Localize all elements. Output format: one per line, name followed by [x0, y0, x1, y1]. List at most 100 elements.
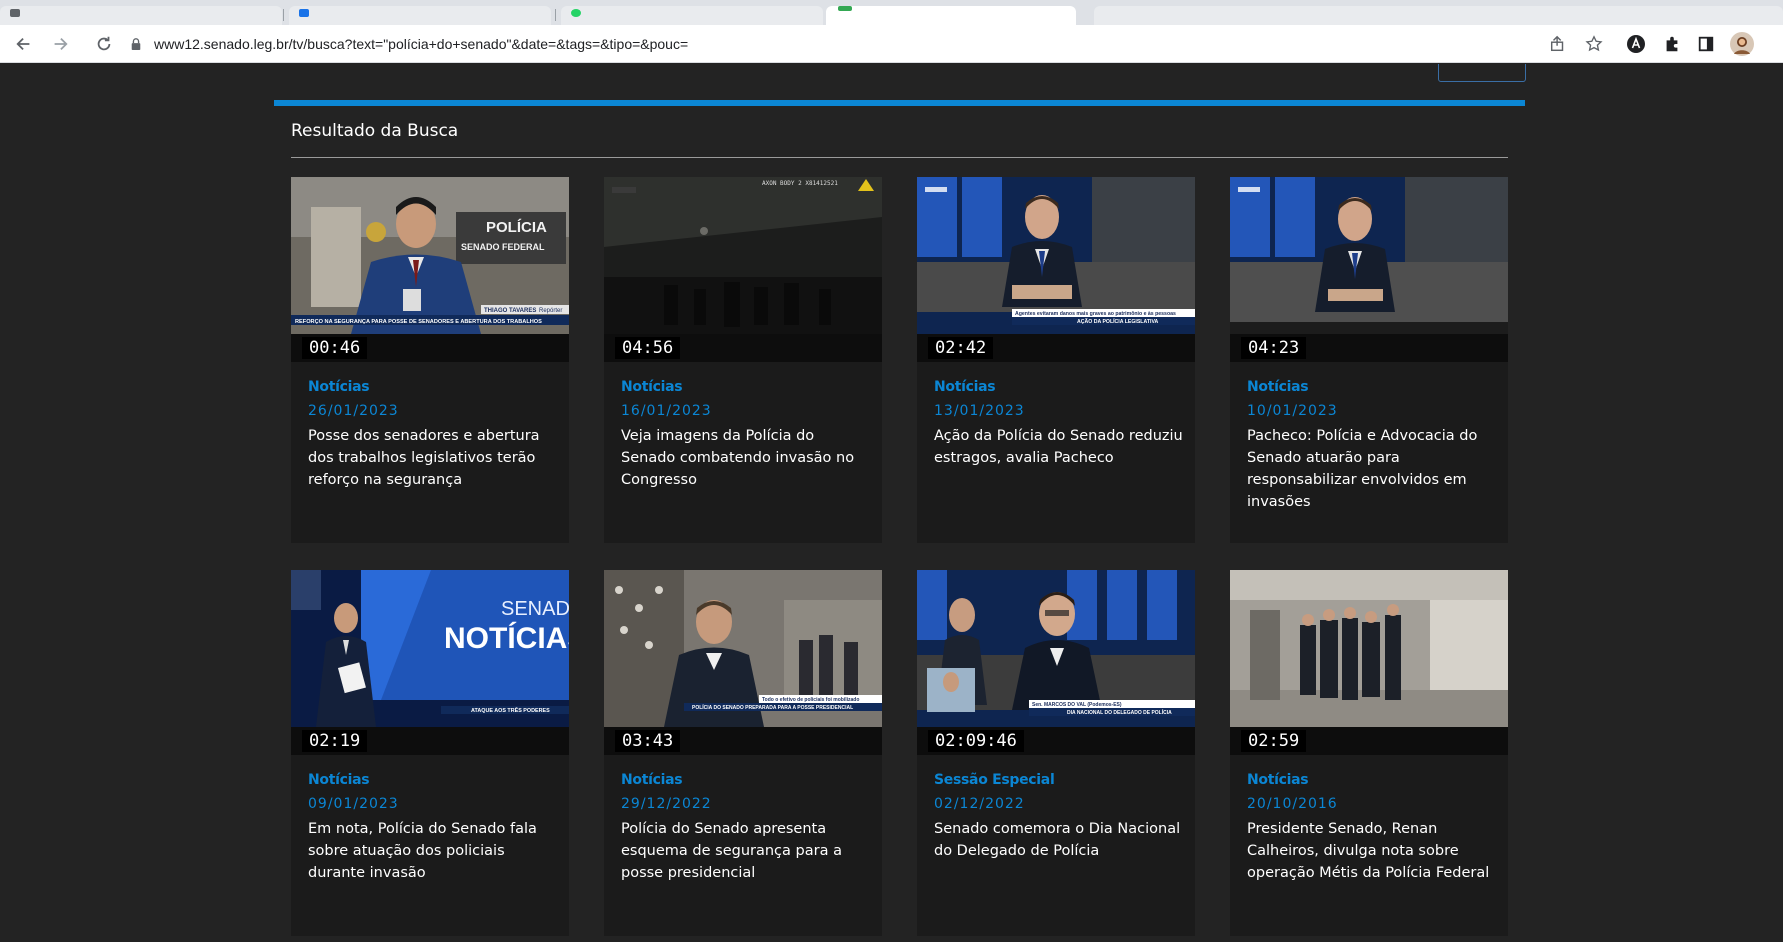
results-heading: Resultado da Busca [291, 121, 459, 141]
sidebar-icon [1698, 36, 1714, 52]
video-duration: 04:56 [615, 337, 681, 359]
video-category[interactable]: Notícias [1247, 772, 1309, 788]
thumb-text: DIA NACIONAL DO DELEGADO DE POLÍCIA [1067, 708, 1172, 716]
video-title[interactable]: Presidente Senado, Renan Calheiros, divu… [1247, 818, 1497, 884]
back-arrow-icon [16, 37, 30, 51]
video-card[interactable]: AXON BODY 2 X81412521 04:56 Notícias 16/… [604, 177, 882, 543]
active-browser-tab[interactable] [826, 6, 1076, 25]
video-thumbnail[interactable] [1230, 177, 1508, 334]
thumb-text: AÇÃO DA POLÍCIA LEGISLATIVA [1077, 317, 1159, 325]
video-card[interactable]: 02:59 Notícias 20/10/2016 Presidente Sen… [1230, 570, 1508, 936]
video-title[interactable]: Polícia do Senado apresenta esquema de s… [621, 818, 871, 884]
extensions-button[interactable] [1660, 32, 1684, 56]
video-duration: 02:19 [302, 730, 368, 752]
reload-button[interactable] [92, 32, 116, 56]
header-button[interactable] [1438, 64, 1526, 82]
video-date: 16/01/2023 [621, 403, 712, 419]
thumb-text: Todo o efetivo de policiais foi mobiliza… [762, 697, 859, 703]
tab-favicon-icon [299, 9, 309, 17]
thumb-text: REFORÇO NA SEGURANÇA PARA POSSE DE SENAD… [295, 319, 542, 325]
browser-tab-strip [0, 0, 1783, 25]
profile-avatar[interactable] [1730, 32, 1754, 56]
video-card[interactable]: 04:23 Notícias 10/01/2023 Pacheco: Políc… [1230, 177, 1508, 543]
tab-divider [283, 9, 284, 21]
share-button[interactable] [1546, 32, 1570, 56]
video-duration: 00:46 [302, 337, 368, 359]
browser-tab[interactable] [1094, 6, 1783, 25]
video-date: 02/12/2022 [934, 796, 1025, 812]
video-title[interactable]: Pacheco: Polícia e Advocacia do Senado a… [1247, 425, 1497, 513]
page-content: Resultado da Busca POLÍCIA SENADO FEDERA… [0, 64, 1783, 942]
video-thumbnail[interactable] [1230, 570, 1508, 727]
browser-tab[interactable] [561, 6, 823, 25]
video-card[interactable]: Todo o efetivo de policiais foi mobiliza… [604, 570, 882, 936]
side-panel-button[interactable] [1694, 32, 1718, 56]
url-text: www12.senado.leg.br/tv/busca?text="políc… [154, 36, 689, 52]
video-date: 20/10/2016 [1247, 796, 1338, 812]
video-date: 09/01/2023 [308, 796, 399, 812]
tab-divider [555, 9, 556, 21]
video-category[interactable]: Notícias [308, 772, 370, 788]
video-thumbnail[interactable]: Agentes evitaram danos mais graves ao pa… [917, 177, 1195, 334]
puzzle-icon [1666, 36, 1678, 52]
video-card[interactable]: Sen. MARCOS DO VAL (Podemos-ES) DIA NACI… [917, 570, 1195, 936]
video-category[interactable]: Notícias [1247, 379, 1309, 395]
video-duration: 02:09:46 [928, 730, 1024, 752]
video-thumbnail[interactable]: Todo o efetivo de policiais foi mobiliza… [604, 570, 882, 727]
star-icon [1585, 35, 1603, 52]
video-category[interactable]: Sessão Especial [934, 772, 1055, 788]
video-date: 26/01/2023 [308, 403, 399, 419]
duration-strip: 04:56 [604, 334, 882, 362]
browser-tab[interactable] [0, 6, 282, 25]
extension-a-button[interactable] [1624, 32, 1648, 56]
video-category[interactable]: Notícias [308, 379, 370, 395]
lock-icon [130, 37, 144, 51]
tab-favicon-icon [571, 9, 581, 17]
duration-strip: 02:09:46 [917, 727, 1195, 755]
thumb-text: SENADO [501, 598, 569, 620]
tab-favicon-icon [10, 9, 20, 17]
video-thumbnail[interactable]: Sen. MARCOS DO VAL (Podemos-ES) DIA NACI… [917, 570, 1195, 727]
back-button[interactable] [12, 32, 36, 56]
thumb-text: NOTÍCIAS [444, 621, 569, 655]
video-duration: 04:23 [1241, 337, 1307, 359]
video-category[interactable]: Notícias [621, 379, 683, 395]
duration-strip: 04:23 [1230, 334, 1508, 362]
address-bar[interactable]: www12.senado.leg.br/tv/busca?text="políc… [130, 30, 1710, 58]
video-thumbnail[interactable]: AXON BODY 2 X81412521 [604, 177, 882, 334]
reload-icon [97, 36, 111, 51]
heading-rule [291, 157, 1508, 158]
video-thumbnail[interactable]: SENADO NOTÍCIAS ATAQUE AOS TRÊS PODERES [291, 570, 569, 727]
video-title[interactable]: Senado comemora o Dia Nacional do Delega… [934, 818, 1184, 862]
forward-arrow-icon [54, 37, 68, 51]
thumb-text: Sen. MARCOS DO VAL (Podemos-ES) [1032, 702, 1122, 708]
video-title[interactable]: Ação da Polícia do Senado reduziu estrag… [934, 425, 1184, 469]
forward-button[interactable] [48, 32, 72, 56]
duration-strip: 02:42 [917, 334, 1195, 362]
video-date: 13/01/2023 [934, 403, 1025, 419]
video-card[interactable]: POLÍCIA SENADO FEDERAL THIAGO TAVARES Re… [291, 177, 569, 543]
duration-strip: 02:59 [1230, 727, 1508, 755]
browser-tab[interactable] [289, 6, 551, 25]
bookmark-button[interactable] [1582, 32, 1606, 56]
browser-toolbar: www12.senado.leg.br/tv/busca?text="políc… [0, 25, 1783, 63]
video-title[interactable]: Veja imagens da Polícia do Senado combat… [621, 425, 871, 491]
video-duration: 02:42 [928, 337, 994, 359]
video-card[interactable]: SENADO NOTÍCIAS ATAQUE AOS TRÊS PODERES … [291, 570, 569, 936]
tab-favicon-icon [838, 6, 852, 11]
share-icon [1550, 35, 1564, 52]
duration-strip: 02:19 [291, 727, 569, 755]
thumb-text: SENADO FEDERAL [461, 242, 545, 252]
video-card[interactable]: Agentes evitaram danos mais graves ao pa… [917, 177, 1195, 543]
profile-avatar-icon [1730, 32, 1754, 56]
video-thumbnail[interactable]: POLÍCIA SENADO FEDERAL THIAGO TAVARES Re… [291, 177, 569, 334]
thumb-text: ATAQUE AOS TRÊS PODERES [471, 706, 550, 714]
thumb-text: THIAGO TAVARES [484, 308, 536, 314]
video-title[interactable]: Posse dos senadores e abertura dos traba… [308, 425, 558, 491]
video-category[interactable]: Notícias [934, 379, 996, 395]
video-title[interactable]: Em nota, Polícia do Senado fala sobre at… [308, 818, 558, 884]
extension-a-icon [1627, 35, 1645, 53]
video-duration: 02:59 [1241, 730, 1307, 752]
duration-strip: 03:43 [604, 727, 882, 755]
video-category[interactable]: Notícias [621, 772, 683, 788]
